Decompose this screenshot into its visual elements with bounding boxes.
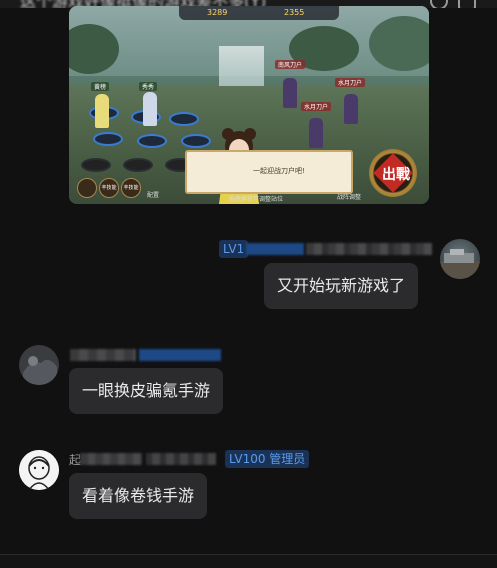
hero-character (143, 92, 157, 126)
message-bubble[interactable]: 又开始玩新游戏了 (264, 263, 419, 309)
game-dialog-box: 一起迎战刀户吧! (185, 150, 353, 194)
game-screenshot-image[interactable]: 3289 2355 黄榜 秀秀 南风刀户 水月刀户 水月刀户 一起迎战刀户吧! … (69, 6, 429, 204)
message-text: 又开始玩新游戏了 (277, 276, 406, 295)
blurred-name (80, 453, 142, 465)
formation-adjust-label: 战阵调整 (337, 194, 362, 201)
blurred-name (146, 453, 216, 465)
enemy-tag: 南风刀户 (275, 60, 306, 69)
level-badge: LV100 管理员 (225, 450, 310, 468)
level-badge: LV1 (219, 240, 249, 258)
enemy-character (309, 118, 323, 148)
skill-circle[interactable]: 丰技能 (121, 178, 141, 198)
formation-pad (81, 158, 111, 172)
blurred-name (70, 349, 136, 361)
fight-button-label: 出戰 (382, 167, 410, 183)
formation-pad (93, 132, 123, 146)
enemy-character (283, 78, 297, 108)
enemy-tag: 水月刀户 (335, 78, 366, 87)
bottom-hint: 拖拽换将可调整站位 (229, 196, 284, 203)
skill-circle[interactable]: 丰技能 (99, 178, 119, 198)
hero-tag: 黄榜 (91, 82, 110, 91)
blurred-badge (139, 349, 221, 361)
hud-left-value: 3289 (207, 8, 228, 17)
help-icon[interactable] (430, 0, 448, 8)
avatar[interactable] (19, 450, 59, 490)
level-badge-text: LV100 管理员 (229, 452, 306, 466)
blurred-name (306, 243, 432, 255)
hud-right-value: 2355 (284, 8, 305, 17)
fight-button[interactable]: 出戰 (369, 149, 417, 197)
avatar-image (19, 345, 59, 385)
avatar[interactable] (440, 239, 480, 279)
input-area-top-edge (0, 554, 497, 568)
config-label: 配置 (147, 192, 160, 199)
message-bubble[interactable]: 看着像卷钱手游 (69, 473, 208, 519)
avatar[interactable] (19, 345, 59, 385)
game-dialog-text: 一起迎战刀户吧! (253, 167, 305, 175)
hero-character (95, 94, 109, 128)
message-bubble[interactable]: 一眼换皮骗氪手游 (69, 368, 224, 414)
formation-pad (123, 158, 153, 172)
level-badge-text: LV1 (223, 242, 245, 256)
enemy-character (344, 94, 358, 124)
avatar-image (440, 249, 480, 279)
enemy-tag: 水月刀户 (301, 102, 332, 111)
formation-pad (169, 112, 199, 126)
avatar-image (19, 450, 59, 490)
hero-tag: 秀秀 (139, 82, 158, 91)
message-text: 看着像卷钱手游 (82, 486, 195, 505)
skill-circle[interactable] (77, 178, 97, 198)
message-text: 一眼换皮骗氪手游 (82, 381, 211, 400)
game-hud: 3289 2355 (179, 6, 339, 20)
blurred-name (246, 243, 304, 255)
formation-pad (137, 134, 167, 148)
avatar-menu-icon[interactable] (458, 0, 476, 8)
